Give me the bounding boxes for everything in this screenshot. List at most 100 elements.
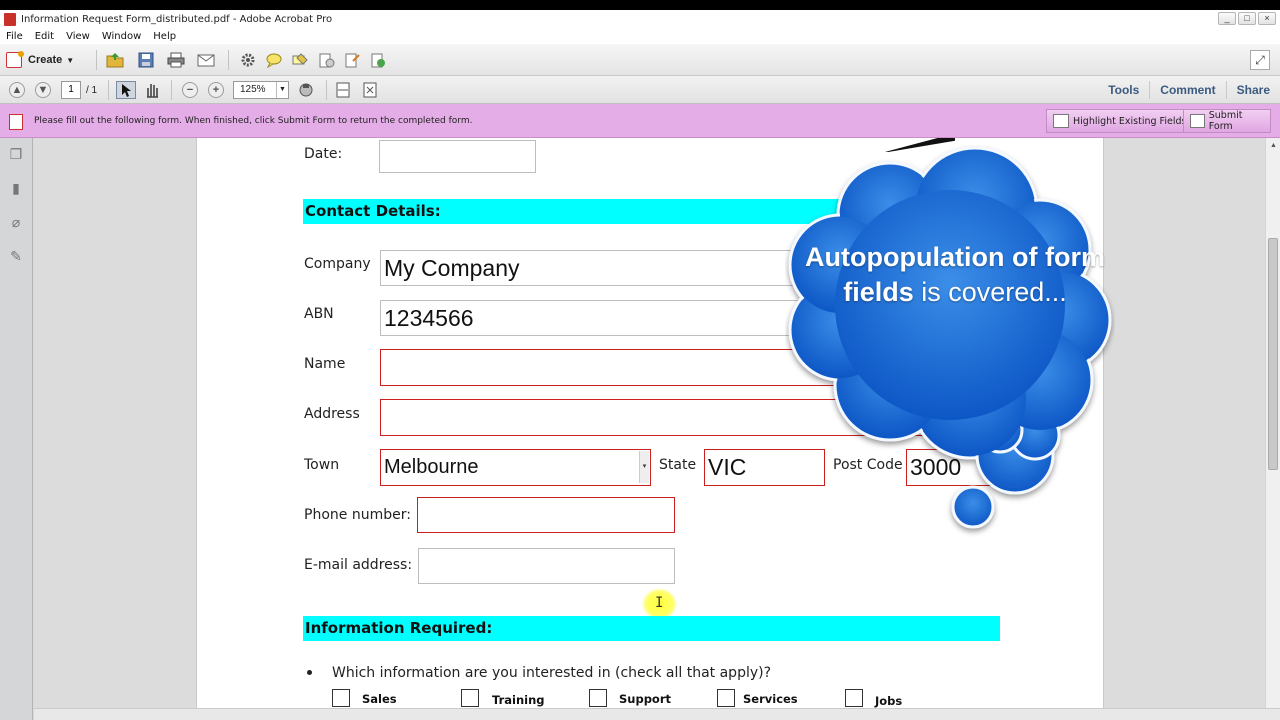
sales-checkbox[interactable] (332, 689, 350, 707)
jobs-checkbox[interactable] (845, 689, 863, 707)
review-icon[interactable] (317, 52, 335, 68)
services-checkbox[interactable] (717, 689, 735, 707)
highlight-fields-button[interactable]: Highlight Existing Fields (1046, 109, 1194, 133)
interest-question: Which information are you interested in … (332, 665, 772, 681)
main-toolbar: Create ▼ ⤢ (0, 44, 1280, 76)
form-instructions: Please fill out the following form. When… (34, 116, 473, 126)
support-checkbox-label: Support (619, 692, 672, 706)
phone-label: Phone number: (304, 507, 411, 523)
previous-page-icon[interactable]: ▲ (9, 82, 25, 98)
highlight-icon[interactable] (291, 52, 309, 68)
tools-pane-link[interactable]: Tools (1098, 81, 1149, 99)
page-total: / 1 (86, 85, 98, 96)
company-label: Company (304, 256, 371, 272)
information-required-heading: Information Required: (303, 616, 1000, 641)
horizontal-scrollbar[interactable] (34, 708, 1280, 720)
scroll-thumb[interactable] (1268, 238, 1278, 470)
screen-top-edge (0, 0, 1280, 10)
submit-form-icon (1190, 114, 1205, 128)
chevron-down-icon[interactable]: ▾ (639, 451, 649, 483)
toolbar-divider (171, 80, 172, 100)
next-page-icon[interactable]: ▼ (35, 82, 51, 98)
create-button[interactable]: Create ▼ (6, 50, 74, 70)
navigation-toolbar: ▲ ▼ 1 / 1 − + 125% ▼ Tools Comment Share (0, 76, 1280, 104)
attachments-icon[interactable]: ⌀ (8, 214, 24, 232)
scroll-up-icon[interactable]: ▲ (1268, 142, 1279, 153)
town-dropdown[interactable]: Melbourne ▾ (380, 449, 651, 486)
address-label: Address (304, 406, 360, 422)
menu-file[interactable]: File (6, 31, 23, 42)
training-checkbox[interactable] (461, 689, 479, 707)
zoom-out-icon[interactable]: − (182, 82, 198, 98)
window-controls: _ □ × (1218, 12, 1276, 25)
chevron-down-icon: ▼ (276, 82, 288, 98)
toolbar-divider (326, 80, 327, 100)
page-number-input[interactable]: 1 (61, 81, 81, 99)
menu-view[interactable]: View (66, 31, 90, 42)
fullscreen-expand-icon[interactable]: ⤢ (1250, 50, 1270, 70)
toolbar-divider (96, 50, 97, 70)
comment-pane-link[interactable]: Comment (1149, 81, 1225, 99)
state-label: State (659, 457, 697, 473)
toolbar-divider (108, 80, 109, 100)
bullet-point (307, 670, 312, 675)
signatures-icon[interactable]: ✎ (8, 248, 24, 266)
save-icon[interactable] (137, 52, 155, 68)
zoom-level-select[interactable]: 125% ▼ (233, 81, 289, 99)
email-icon[interactable] (197, 52, 215, 68)
create-label: Create (28, 54, 63, 66)
read-mode-icon[interactable] (298, 81, 314, 99)
submit-form-label: Submit Form (1208, 110, 1243, 132)
town-label: Town (304, 457, 340, 473)
toolbar-divider (228, 50, 229, 70)
callout-cloud (788, 146, 1112, 529)
training-checkbox-label: Training (492, 693, 545, 707)
create-pdf-icon (6, 51, 24, 68)
close-button[interactable]: × (1258, 12, 1276, 25)
page-thumbnails-icon[interactable]: ❐ (8, 146, 24, 164)
sales-checkbox-label: Sales (362, 692, 397, 706)
services-checkbox-label: Services (743, 692, 798, 706)
menu-bar: File Edit View Window Help (0, 28, 1280, 44)
name-label: Name (304, 356, 346, 372)
chevron-down-icon: ▼ (66, 55, 75, 65)
pane-links: Tools Comment Share (1098, 76, 1280, 104)
menu-edit[interactable]: Edit (35, 31, 54, 42)
fit-width-icon[interactable] (335, 81, 351, 99)
share-pane-link[interactable]: Share (1225, 81, 1280, 99)
highlight-fields-label: Highlight Existing Fields (1073, 115, 1187, 127)
form-message-bar: Please fill out the following form. When… (0, 104, 1280, 138)
date-field[interactable] (379, 140, 536, 173)
minimize-button[interactable]: _ (1218, 12, 1236, 25)
zoom-in-icon[interactable]: + (208, 82, 224, 98)
bookmarks-icon[interactable]: ▮ (8, 180, 24, 198)
fit-page-icon[interactable] (362, 81, 378, 99)
date-label: Date: (304, 146, 343, 162)
select-cursor-icon[interactable] (116, 81, 136, 99)
window-title: Information Request Form_distributed.pdf… (21, 13, 333, 25)
support-checkbox[interactable] (589, 689, 607, 707)
comment-icon[interactable] (265, 52, 283, 68)
navigation-pane: ❐ ▮ ⌀ ✎ (0, 138, 33, 720)
print-icon[interactable] (167, 52, 185, 68)
email-field[interactable] (418, 548, 675, 584)
callout-rest-text: is covered... (913, 277, 1067, 307)
zoom-value: 125% (240, 84, 266, 95)
hand-tool-icon[interactable] (143, 81, 161, 99)
title-bar: Information Request Form_distributed.pdf… (0, 10, 1280, 28)
pdf-app-icon (4, 12, 16, 26)
text-cursor-icon: I (655, 595, 664, 611)
menu-help[interactable]: Help (153, 31, 176, 42)
callout-text: Autopopulation of form fields is covered… (800, 240, 1110, 310)
highlight-fields-icon (1053, 114, 1069, 128)
open-folder-icon[interactable] (106, 52, 124, 68)
form-edit-icon[interactable] (369, 52, 387, 68)
gear-icon[interactable] (239, 52, 257, 68)
maximize-button[interactable]: □ (1238, 12, 1256, 25)
phone-field[interactable] (417, 497, 675, 533)
vertical-scrollbar[interactable]: ▲ (1265, 138, 1280, 708)
submit-form-button[interactable]: Submit Form (1183, 109, 1271, 133)
acrobat-window: Information Request Form_distributed.pdf… (0, 0, 1280, 720)
menu-window[interactable]: Window (102, 31, 141, 42)
sign-document-icon[interactable] (343, 52, 361, 68)
